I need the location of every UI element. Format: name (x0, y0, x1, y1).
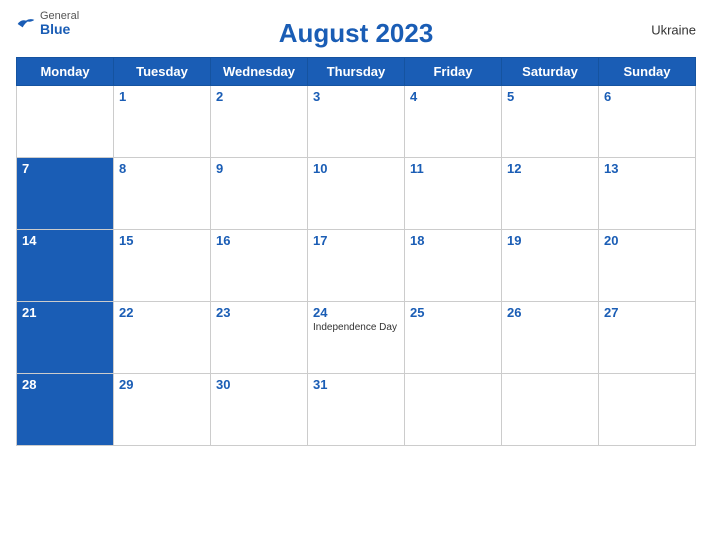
calendar-day-cell (599, 374, 696, 446)
calendar-day-cell: 29 (114, 374, 211, 446)
day-number: 12 (507, 161, 593, 176)
calendar-day-cell: 17 (308, 230, 405, 302)
day-number: 19 (507, 233, 593, 248)
calendar-day-cell: 31 (308, 374, 405, 446)
calendar-day-cell: 7 (17, 158, 114, 230)
day-number: 28 (22, 377, 108, 392)
calendar-day-cell: 2 (211, 86, 308, 158)
day-number: 7 (22, 161, 108, 176)
calendar-day-cell: 30 (211, 374, 308, 446)
day-number: 25 (410, 305, 496, 320)
day-number: 6 (604, 89, 690, 104)
day-number: 30 (216, 377, 302, 392)
calendar-week-row: 789 10 11 12 13 (17, 158, 696, 230)
calendar-day-cell: 11 (405, 158, 502, 230)
calendar-day-cell: 22 (114, 302, 211, 374)
calendar-day-cell: 6 (599, 86, 696, 158)
calendar-day-cell: 5 (502, 86, 599, 158)
day-number: 11 (410, 161, 496, 176)
calendar-header: General Blue August 2023 Ukraine (16, 10, 696, 49)
day-number: 17 (313, 233, 399, 248)
day-number: 23 (216, 305, 302, 320)
day-number: 3 (313, 89, 399, 104)
calendar-day-cell: 27 (599, 302, 696, 374)
calendar-container: General Blue August 2023 Ukraine Monday … (0, 0, 712, 550)
day-number: 9 (216, 161, 302, 176)
weekday-thursday: Thursday (308, 58, 405, 86)
logo-bird-icon (16, 17, 36, 31)
calendar-day-cell (502, 374, 599, 446)
weekday-monday: Monday (17, 58, 114, 86)
calendar-title: August 2023 (279, 18, 434, 49)
weekday-wednesday: Wednesday (211, 58, 308, 86)
calendar-day-cell: 28 (17, 374, 114, 446)
calendar-week-row: 21 22 23 24 Independence Day 25 26 27 (17, 302, 696, 374)
calendar-week-row: 14 15 16 17 18 19 20 (17, 230, 696, 302)
event-label: Independence Day (313, 322, 399, 333)
calendar-day-cell (405, 374, 502, 446)
calendar-day-cell: 4 (405, 86, 502, 158)
day-number: 24 (313, 305, 399, 320)
day-number: 16 (216, 233, 302, 248)
weekday-tuesday: Tuesday (114, 58, 211, 86)
day-number: 22 (119, 305, 205, 320)
calendar-day-cell: 3 (308, 86, 405, 158)
weekday-sunday: Sunday (599, 58, 696, 86)
calendar-day-cell: 20 (599, 230, 696, 302)
weekday-friday: Friday (405, 58, 502, 86)
calendar-day-cell: 23 (211, 302, 308, 374)
day-number: 14 (22, 233, 108, 248)
weekday-header-row: Monday Tuesday Wednesday Thursday Friday… (17, 58, 696, 86)
calendar-day-cell: 15 (114, 230, 211, 302)
day-number: 2 (216, 89, 302, 104)
day-number: 31 (313, 377, 399, 392)
calendar-day-cell: 8 (114, 158, 211, 230)
calendar-day-cell: 10 (308, 158, 405, 230)
day-number: 15 (119, 233, 205, 248)
weekday-saturday: Saturday (502, 58, 599, 86)
calendar-week-row: 28 29 30 31 (17, 374, 696, 446)
logo-blue: Blue (40, 22, 79, 37)
calendar-day-cell: 25 (405, 302, 502, 374)
calendar-day-cell: 12 (502, 158, 599, 230)
day-number: 21 (22, 305, 108, 320)
calendar-day-cell: 21 (17, 302, 114, 374)
calendar-day-cell: 16 (211, 230, 308, 302)
day-number: 26 (507, 305, 593, 320)
calendar-day-cell: 14 (17, 230, 114, 302)
calendar-table: Monday Tuesday Wednesday Thursday Friday… (16, 57, 696, 446)
day-number: 18 (410, 233, 496, 248)
day-number: 10 (313, 161, 399, 176)
day-number: 13 (604, 161, 690, 176)
day-number: 29 (119, 377, 205, 392)
day-number: 20 (604, 233, 690, 248)
calendar-day-cell: 1 (114, 86, 211, 158)
calendar-week-row: 123456 (17, 86, 696, 158)
day-number: 8 (119, 161, 205, 176)
logo-area: General Blue (16, 10, 79, 37)
calendar-day-cell (17, 86, 114, 158)
day-number: 1 (119, 89, 205, 104)
calendar-day-cell: 18 (405, 230, 502, 302)
day-number: 5 (507, 89, 593, 104)
calendar-day-cell: 26 (502, 302, 599, 374)
country-label: Ukraine (651, 22, 696, 37)
day-number: 27 (604, 305, 690, 320)
calendar-day-cell: 9 (211, 158, 308, 230)
calendar-day-cell: 19 (502, 230, 599, 302)
day-number: 4 (410, 89, 496, 104)
calendar-day-cell: 24 Independence Day (308, 302, 405, 374)
calendar-day-cell: 13 (599, 158, 696, 230)
